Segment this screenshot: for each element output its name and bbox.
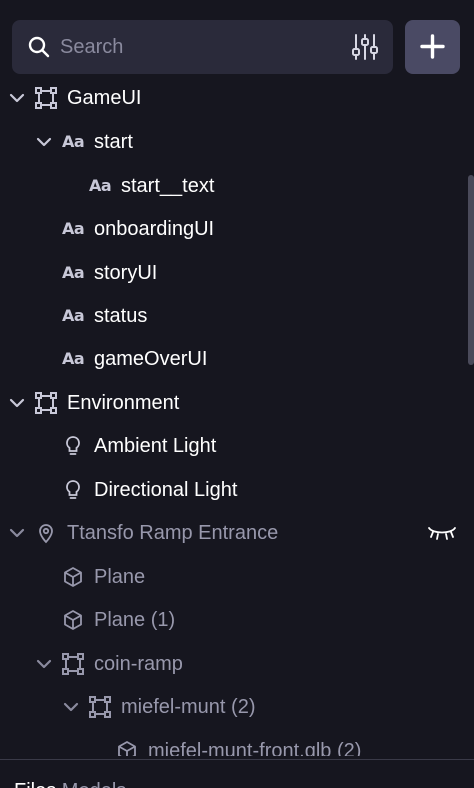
tree-scrollbar[interactable] <box>468 175 474 365</box>
tree-item-gameover[interactable]: Aa gameOverUI <box>0 337 466 380</box>
plus-icon <box>420 34 445 59</box>
tree-item-label: coin-ramp <box>94 653 183 675</box>
panel-divider <box>0 759 474 760</box>
tree-item-label: start__text <box>121 175 215 197</box>
cube-icon <box>64 610 82 630</box>
text-icon: Aa <box>62 219 85 238</box>
lightbulb-icon <box>66 480 80 499</box>
tree-item-miefel-munt[interactable]: miefel-munt (2) <box>0 685 466 728</box>
tree-item-coin-ramp[interactable]: coin-ramp <box>0 642 466 685</box>
tree-item-label: gameOverUI <box>94 348 208 370</box>
models-label: Models <box>62 780 126 788</box>
search-row <box>12 20 460 74</box>
tree-item-label: miefel-munt-front.glb (2) <box>148 740 362 756</box>
tree-item-label: onboardingUI <box>94 218 215 240</box>
tree-item-start[interactable]: Aa start <box>0 120 466 163</box>
search-icon <box>28 36 50 58</box>
tree-item-ramp-entrance[interactable]: Ttansfo Ramp Entrance <box>0 511 466 554</box>
tree-item-story[interactable]: Aa storyUI <box>0 251 466 294</box>
add-object-button[interactable] <box>405 20 460 74</box>
hidden-eye-icon[interactable] <box>426 523 458 543</box>
tree-item-label: storyUI <box>94 262 158 284</box>
tree-item-label: Ambient Light <box>94 435 217 457</box>
search-input[interactable] <box>60 20 340 74</box>
tree-item-directional-light[interactable]: Directional Light <box>0 468 466 511</box>
text-icon: Aa <box>62 306 85 325</box>
tree-item-label: GameUI <box>67 87 142 109</box>
tree-item-label: Directional Light <box>94 479 238 501</box>
search-box[interactable] <box>12 20 393 74</box>
text-icon: Aa <box>62 349 85 368</box>
hierarchy-panel: GameUI Aa start Aa start__text Aa onboar… <box>0 0 474 788</box>
tree-item-label: miefel-munt (2) <box>121 696 256 718</box>
chevron-down-icon[interactable] <box>8 394 26 412</box>
chevron-down-icon[interactable] <box>35 133 53 151</box>
chevron-down-icon[interactable] <box>35 655 53 673</box>
chevron-down-icon[interactable] <box>8 524 26 542</box>
text-icon: Aa <box>62 263 85 282</box>
lightbulb-icon <box>66 436 80 455</box>
cube-icon <box>118 741 136 756</box>
cube-icon <box>64 567 82 587</box>
location-pin-icon <box>39 524 53 544</box>
tree-item-ambient-light[interactable]: Ambient Light <box>0 424 466 467</box>
tree-item-gameui[interactable]: GameUI <box>0 76 466 119</box>
frame-icon <box>62 653 84 675</box>
tree-item-plane-1[interactable]: Plane (1) <box>0 598 466 641</box>
tree-item-onboarding[interactable]: Aa onboardingUI <box>0 207 466 250</box>
tree-item-label: status <box>94 305 148 327</box>
scene-tree: GameUI Aa start Aa start__text Aa onboar… <box>0 76 466 756</box>
frame-icon <box>35 392 57 414</box>
tree-item-plane[interactable]: Plane <box>0 555 466 598</box>
tree-item-label: Environment <box>67 392 180 414</box>
tree-item-start-text[interactable]: Aa start__text <box>0 164 466 207</box>
chevron-down-icon[interactable] <box>62 698 80 716</box>
tree-item-label: Plane <box>94 566 146 588</box>
frame-icon <box>35 87 57 109</box>
tree-item-label: start <box>94 131 133 153</box>
tree-item-environment[interactable]: Environment <box>0 381 466 424</box>
bottom-section-title[interactable]: Files Models <box>14 779 126 788</box>
filter-sliders-icon[interactable] <box>350 32 380 62</box>
text-icon: Aa <box>89 176 112 195</box>
frame-icon <box>89 696 111 718</box>
tree-item-label: Ttansfo Ramp Entrance <box>67 522 279 544</box>
text-icon: Aa <box>62 132 85 151</box>
tree-item-label: Plane (1) <box>94 609 176 631</box>
tree-item-status[interactable]: Aa status <box>0 294 466 337</box>
chevron-down-icon[interactable] <box>8 89 26 107</box>
files-label: Files <box>14 780 56 788</box>
tree-item-miefel-munt-front[interactable]: miefel-munt-front.glb (2) <box>0 729 466 756</box>
